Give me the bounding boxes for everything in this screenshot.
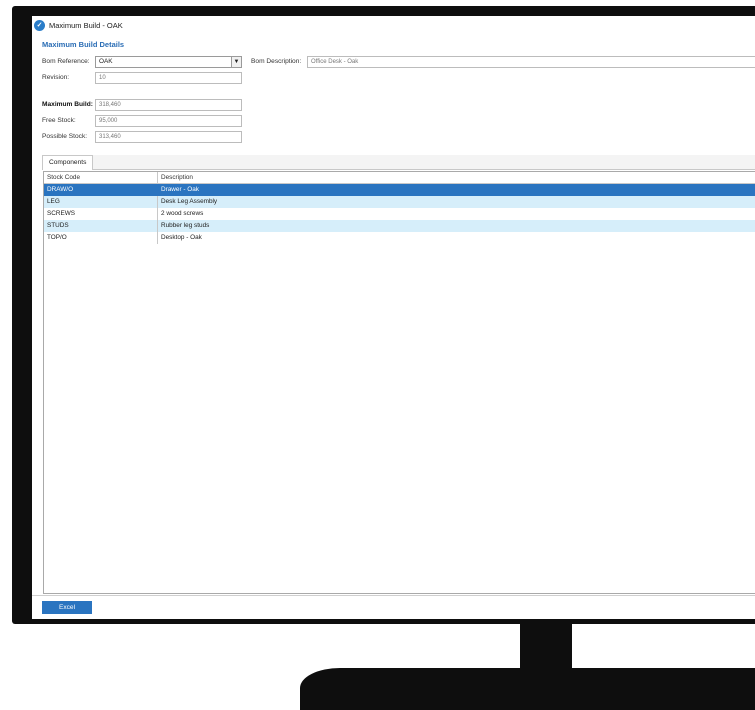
- description-cell: Rubber leg studs: [161, 222, 210, 229]
- stock-code-cell: LEG: [44, 196, 158, 208]
- maximum-build-field[interactable]: 318,460: [95, 99, 242, 111]
- possible-stock-label: Possible Stock:: [42, 133, 88, 140]
- monitor-frame: ✓ Maximum Build - OAK Maximum Build Deta…: [12, 6, 755, 624]
- table-row[interactable]: TOP/O Desktop - Oak: [44, 232, 755, 244]
- revision-field[interactable]: 10: [95, 72, 242, 84]
- section-title: Maximum Build Details: [42, 40, 125, 49]
- free-stock-field[interactable]: 95,000: [95, 115, 242, 127]
- bom-description-field[interactable]: Office Desk - Oak: [307, 56, 755, 68]
- table-row[interactable]: SCREWS 2 wood screws: [44, 208, 755, 220]
- tab-strip: Components: [42, 155, 755, 170]
- bom-reference-label: Bom Reference:: [42, 58, 90, 65]
- app-window: ✓ Maximum Build - OAK Maximum Build Deta…: [32, 16, 755, 619]
- bom-reference-combo[interactable]: OAK ▼: [95, 56, 242, 68]
- app-logo-icon: ✓: [34, 19, 45, 31]
- monitor-stand-neck: [520, 624, 572, 670]
- possible-stock-field[interactable]: 313,460: [95, 131, 242, 143]
- tab-components[interactable]: Components: [42, 155, 94, 170]
- components-grid[interactable]: Stock Code Description DRAW/O Drawer - O…: [43, 171, 755, 594]
- excel-button[interactable]: Excel: [42, 601, 92, 614]
- table-row[interactable]: STUDS Rubber leg studs: [44, 220, 755, 232]
- bom-description-label: Bom Description:: [251, 58, 302, 65]
- column-header-description[interactable]: Description: [158, 172, 755, 183]
- monitor-stand-base: [300, 668, 755, 710]
- stock-code-cell: TOP/O: [44, 232, 158, 244]
- description-cell: Drawer - Oak: [161, 186, 199, 193]
- free-stock-label: Free Stock:: [42, 117, 76, 124]
- table-row[interactable]: DRAW/O Drawer - Oak: [44, 184, 755, 196]
- stock-code-cell: STUDS: [44, 220, 158, 232]
- maximum-build-label: Maximum Build:: [42, 101, 93, 108]
- chevron-down-icon[interactable]: ▼: [231, 57, 241, 67]
- stock-code-cell: SCREWS: [44, 208, 158, 220]
- description-cell: Desk Leg Assembly: [161, 198, 218, 205]
- column-header-stock-code[interactable]: Stock Code: [44, 172, 158, 183]
- stock-code-cell: DRAW/O: [44, 184, 158, 196]
- description-cell: Desktop - Oak: [161, 234, 202, 241]
- description-cell: 2 wood screws: [161, 210, 204, 217]
- footer-bar: Excel: [32, 595, 755, 619]
- window-title: Maximum Build - OAK: [49, 20, 123, 30]
- table-row[interactable]: LEG Desk Leg Assembly: [44, 196, 755, 208]
- revision-label: Revision:: [42, 74, 70, 81]
- title-bar: ✓ Maximum Build - OAK: [32, 16, 755, 34]
- bom-reference-value: OAK: [99, 58, 113, 65]
- grid-header: Stock Code Description: [44, 172, 755, 184]
